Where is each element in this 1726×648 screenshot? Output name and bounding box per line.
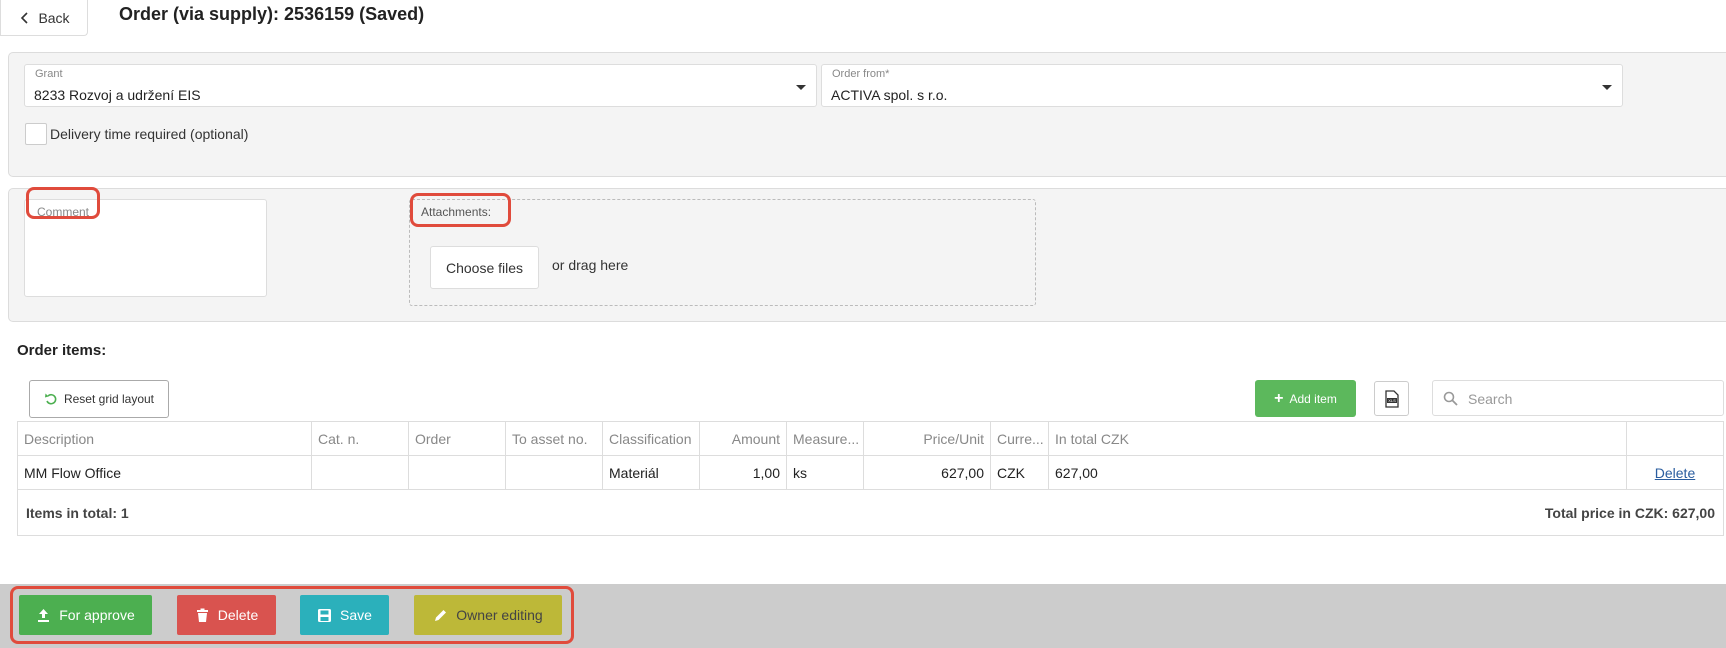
search-input[interactable]: [1466, 387, 1716, 411]
caret-down-icon: [796, 85, 806, 90]
order-from-label: Order from*: [832, 68, 890, 80]
caret-down-icon: [1602, 85, 1612, 90]
back-label: Back: [38, 9, 70, 26]
grid-header-row: Description Cat. n. Order To asset no. C…: [18, 422, 1723, 456]
cell-currency: CZK: [991, 456, 1049, 489]
col-cat-n[interactable]: Cat. n.: [312, 422, 409, 455]
drag-here-text: or drag here: [552, 257, 629, 273]
page-title: Order (via supply): 2536159 (Saved): [119, 4, 425, 24]
cell-in-total: 627,00: [1049, 456, 1627, 489]
col-actions: [1627, 422, 1723, 455]
delivery-time-label: Delivery time required (optional): [50, 126, 249, 142]
grant-label: Grant: [35, 68, 63, 80]
col-price-unit[interactable]: Price/Unit: [864, 422, 991, 455]
order-items-grid: Description Cat. n. Order To asset no. C…: [17, 421, 1724, 536]
annotation-highlight: [410, 193, 511, 227]
back-button[interactable]: Back: [0, 0, 88, 36]
cell-price-unit: 627,00: [864, 456, 991, 489]
col-order[interactable]: Order: [409, 422, 506, 455]
delivery-time-checkbox[interactable]: [25, 123, 47, 145]
total-price: Total price in CZK: 627,00: [1544, 505, 1715, 521]
order-items-title: Order items:: [17, 342, 107, 359]
comment-attachments-panel: Comment Attachments: Choose files or dra…: [8, 187, 1726, 322]
order-from-value: ACTIVA spol. s r.o.: [831, 87, 948, 103]
grant-value: 8233 Rozvoj a udržení EIS: [34, 87, 201, 103]
add-item-label: Add item: [1289, 391, 1337, 406]
order-header-panel: Grant 8233 Rozvoj a udržení EIS Order fr…: [8, 52, 1726, 177]
undo-icon: [44, 393, 57, 405]
search-icon: [1443, 391, 1458, 406]
col-measure[interactable]: Measure...: [787, 422, 864, 455]
action-bar: For approve Delete Save Owner editing: [0, 584, 1726, 648]
grant-select[interactable]: Grant 8233 Rozvoj a udržení EIS: [24, 64, 817, 107]
cell-measure: ks: [787, 456, 864, 489]
col-classification[interactable]: Classification: [603, 422, 700, 455]
cell-to-asset: [506, 456, 603, 489]
xls-icon: XLS: [1384, 389, 1399, 408]
col-description[interactable]: Description: [18, 422, 312, 455]
svg-text:XLS: XLS: [1388, 398, 1396, 403]
export-xls-button[interactable]: XLS: [1374, 381, 1409, 416]
cell-classification: Materiál: [603, 456, 700, 489]
items-total-count: Items in total: 1: [26, 505, 129, 521]
add-item-button[interactable]: + Add item: [1255, 380, 1356, 417]
col-to-asset[interactable]: To asset no.: [506, 422, 603, 455]
annotation-highlight: [26, 187, 100, 219]
col-amount[interactable]: Amount: [700, 422, 787, 455]
cell-description: MM Flow Office: [18, 456, 312, 489]
choose-files-button[interactable]: Choose files: [430, 246, 539, 289]
cell-order: [409, 456, 506, 489]
order-from-select[interactable]: Order from* ACTIVA spol. s r.o.: [821, 64, 1623, 107]
col-currency[interactable]: Curre...: [991, 422, 1049, 455]
cell-actions: Delete: [1627, 456, 1723, 489]
table-row[interactable]: MM Flow Office Materiál 1,00 ks 627,00 C…: [18, 456, 1723, 490]
reset-grid-layout-button[interactable]: Reset grid layout: [29, 380, 169, 418]
plus-icon: +: [1274, 389, 1284, 407]
chevron-left-icon: [21, 11, 29, 24]
cell-amount: 1,00: [700, 456, 787, 489]
grid-footer: Items in total: 1 Total price in CZK: 62…: [18, 490, 1723, 536]
reset-grid-label: Reset grid layout: [63, 392, 155, 406]
delete-row-link[interactable]: Delete: [1655, 465, 1695, 481]
col-in-total[interactable]: In total CZK: [1049, 422, 1627, 455]
annotation-highlight: [10, 586, 574, 644]
grid-search[interactable]: [1432, 380, 1724, 416]
cell-cat-n: [312, 456, 409, 489]
